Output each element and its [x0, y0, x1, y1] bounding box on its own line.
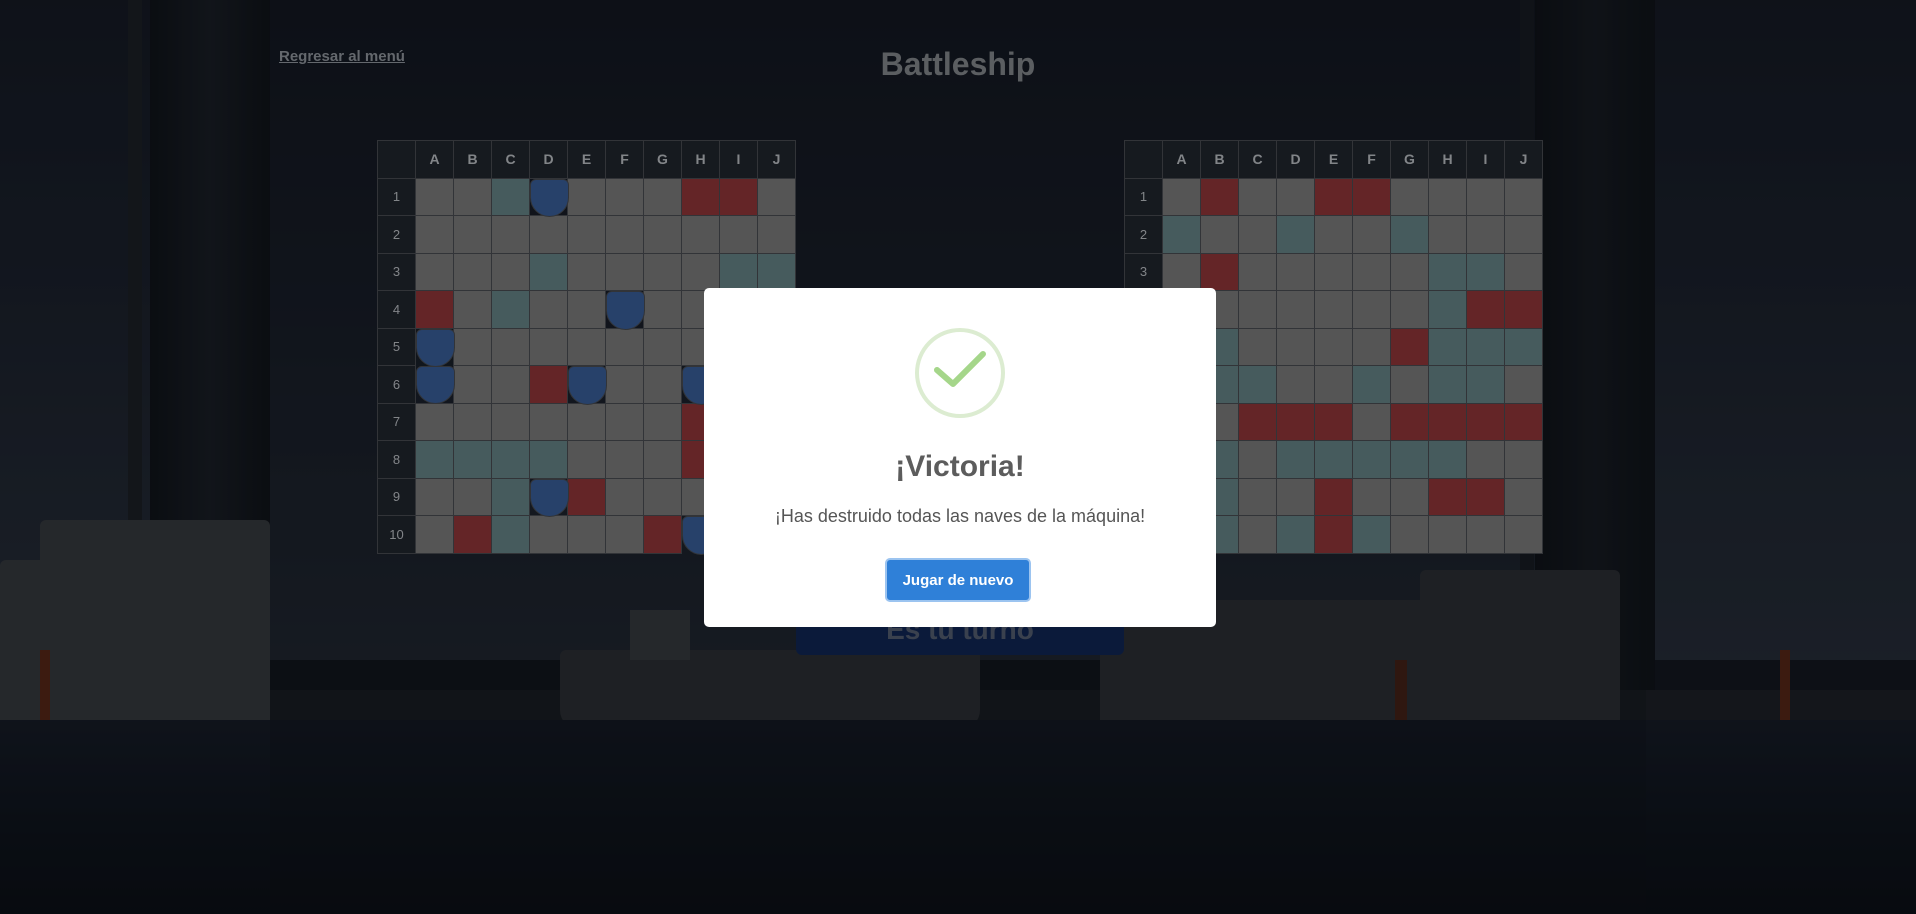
check-icon	[915, 328, 1005, 418]
victory-modal: ¡Victoria! ¡Has destruido todas las nave…	[704, 288, 1216, 627]
modal-title: ¡Victoria!	[895, 450, 1025, 483]
modal-text: ¡Has destruido todas las naves de la máq…	[774, 506, 1146, 526]
play-again-button[interactable]: Jugar de nuevo	[885, 558, 1031, 602]
